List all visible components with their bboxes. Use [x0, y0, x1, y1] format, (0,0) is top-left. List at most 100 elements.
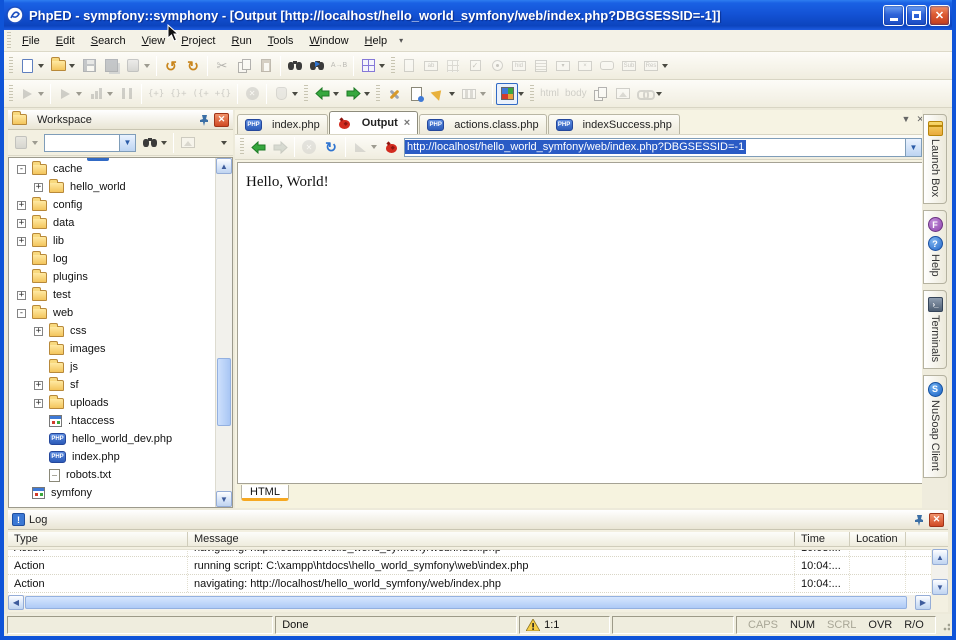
toolbar-overflow-icon[interactable] — [292, 92, 298, 96]
tree-item[interactable]: test — [9, 286, 214, 304]
step-in-button[interactable]: {+} — [145, 83, 167, 105]
deploy-button[interactable] — [427, 83, 449, 105]
menu-item[interactable]: Help — [357, 33, 396, 49]
tree-item[interactable]: cache — [9, 160, 214, 178]
toolbar-overflow-icon[interactable] — [662, 64, 668, 68]
tree-expander-icon[interactable] — [17, 237, 26, 246]
tree-item[interactable]: hello_world_dev.php — [9, 430, 214, 448]
column-location[interactable]: Location — [850, 532, 906, 546]
tab-close-icon[interactable]: × — [404, 117, 410, 129]
tree-item[interactable]: lib — [9, 232, 214, 250]
tree-expander-icon[interactable] — [34, 327, 43, 336]
menu-item[interactable]: Search — [83, 33, 134, 49]
column-message[interactable]: Message — [188, 532, 795, 546]
tree-expander-icon[interactable] — [17, 219, 26, 228]
editor-tab[interactable]: Output × — [329, 111, 418, 134]
form-textbox-button[interactable]: ab — [420, 55, 442, 77]
url-input[interactable]: http://localhost/hello_world_symfony/web… — [404, 138, 922, 157]
save-button[interactable] — [78, 55, 100, 77]
measure-button[interactable] — [349, 136, 371, 158]
browser-back-button[interactable] — [247, 136, 269, 158]
profiler-dropdown-icon[interactable] — [107, 92, 113, 96]
publish-button[interactable] — [122, 55, 144, 77]
form-button-button[interactable] — [596, 55, 618, 77]
body-tag-button[interactable]: body — [562, 83, 590, 105]
form-combobox-button[interactable]: ▾ — [552, 55, 574, 77]
editor-tab[interactable]: indexSuccess.php — [548, 114, 680, 134]
menu-item[interactable]: Project — [173, 33, 223, 49]
frames-button[interactable] — [590, 83, 612, 105]
select-frame-button[interactable] — [357, 55, 379, 77]
workspace-preview-button[interactable] — [177, 132, 199, 154]
menu-overflow-icon[interactable]: ▾ — [395, 36, 407, 45]
media-button[interactable] — [458, 83, 480, 105]
scroll-up-icon[interactable]: ▲ — [932, 549, 948, 565]
resize-grip[interactable] — [939, 619, 950, 631]
tree-item[interactable]: js — [9, 358, 214, 376]
menu-item[interactable]: Tools — [260, 33, 302, 49]
navigate-forward-dropdown-icon[interactable] — [364, 92, 370, 96]
accounts-button[interactable] — [405, 83, 427, 105]
menu-item[interactable]: Run — [224, 33, 260, 49]
run-button[interactable] — [16, 83, 38, 105]
sidebar-tab[interactable]: Launch Box — [928, 119, 943, 199]
tree-item[interactable]: robots.txt — [9, 466, 214, 484]
save-all-button[interactable] — [100, 55, 122, 77]
navigate-back-button[interactable] — [311, 83, 333, 105]
log-close-button[interactable]: ✕ — [929, 513, 944, 527]
workspace-find-dropdown-icon[interactable] — [161, 141, 167, 145]
editor-tab[interactable]: index.php — [237, 114, 328, 134]
toolbar-overflow-icon[interactable] — [379, 64, 385, 68]
html-tag-button[interactable]: html — [537, 83, 562, 105]
run-dropdown-icon[interactable] — [38, 92, 44, 96]
tree-item[interactable]: images — [9, 340, 214, 358]
tree-item[interactable]: .htaccess — [9, 412, 214, 430]
sidebar-tab[interactable]: NuSoap Client — [928, 380, 943, 473]
browser-stop-button[interactable]: ✕ — [298, 136, 320, 158]
scrollbar-thumb[interactable] — [25, 596, 907, 609]
form-close-button[interactable]: × — [574, 55, 596, 77]
editor-tab[interactable]: actions.class.php — [419, 114, 546, 134]
insert-image-button[interactable] — [612, 83, 634, 105]
toolbar-overflow-icon[interactable] — [518, 92, 524, 96]
form-reset-button[interactable]: Res — [640, 55, 662, 77]
form-radio-button[interactable] — [486, 55, 508, 77]
menu-item[interactable]: File — [14, 33, 48, 49]
tree-item[interactable]: plugins — [9, 268, 214, 286]
tree-expander-icon[interactable] — [34, 381, 43, 390]
menu-item[interactable]: Window — [301, 33, 356, 49]
tree-item[interactable]: css — [9, 322, 214, 340]
form-listbox-button[interactable] — [530, 55, 552, 77]
workspace-search-input[interactable]: ▼ — [44, 134, 136, 152]
form-checkbox-button[interactable]: ✓ — [464, 55, 486, 77]
settings-button[interactable] — [383, 83, 405, 105]
measure-dropdown-icon[interactable] — [371, 145, 377, 149]
tree-expander-icon[interactable] — [17, 309, 26, 318]
form-submit-button[interactable]: Sub — [618, 55, 640, 77]
tree-item[interactable]: symfony — [9, 484, 214, 502]
run-debugger-dropdown-icon[interactable] — [76, 92, 82, 96]
pan-button[interactable] — [270, 83, 292, 105]
tree-item[interactable]: data — [9, 214, 214, 232]
sidebar-tab[interactable]: Terminals — [928, 295, 943, 364]
tree-item[interactable]: uploads — [9, 394, 214, 412]
media-dropdown-icon[interactable] — [480, 92, 486, 96]
sidebar-tab[interactable]: Help — [928, 234, 943, 279]
step-out-button[interactable]: ({+ — [190, 83, 212, 105]
replace-button[interactable]: A→B — [328, 55, 350, 77]
scroll-up-icon[interactable]: ▲ — [216, 158, 232, 174]
cut-button[interactable]: ✂ — [211, 55, 233, 77]
workspace-search-dropdown-icon[interactable]: ▼ — [119, 135, 135, 151]
log-pin-button[interactable] — [912, 513, 927, 527]
tree-expander-icon[interactable] — [17, 201, 26, 210]
deploy-dropdown-icon[interactable] — [449, 92, 455, 96]
paste-button[interactable] — [255, 55, 277, 77]
run-to-cursor-button[interactable]: +{} — [212, 83, 234, 105]
tree-item[interactable]: sf — [9, 376, 214, 394]
form-hidden-button[interactable]: hid — [508, 55, 530, 77]
log-row[interactable]: Action navigating: http://localhost/hell… — [8, 549, 931, 557]
column-time[interactable]: Time — [795, 532, 850, 546]
tree-item[interactable]: hello_world — [9, 178, 214, 196]
undo-button[interactable]: ↺ — [160, 55, 182, 77]
minimize-button[interactable] — [883, 5, 904, 26]
